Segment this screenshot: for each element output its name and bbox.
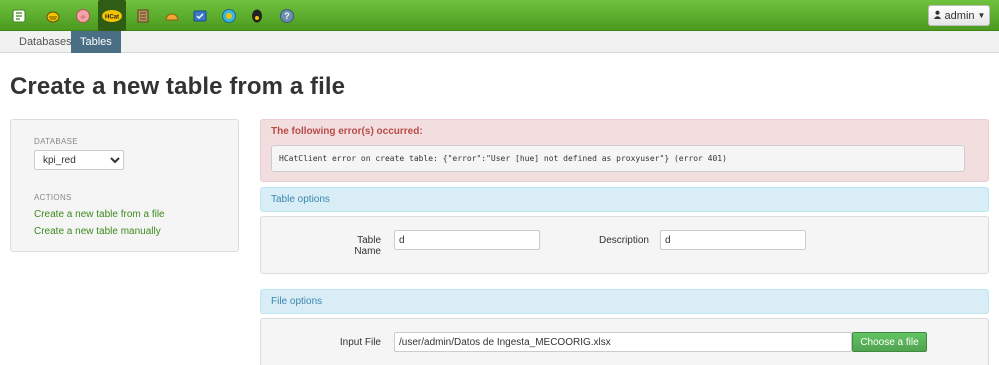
shell-icon[interactable] xyxy=(244,3,269,28)
choose-file-button[interactable]: Choose a file xyxy=(852,332,927,352)
error-title: The following error(s) occurred: xyxy=(271,126,423,137)
svg-text:?: ? xyxy=(284,11,290,21)
error-message: HCatClient error on create table: {"erro… xyxy=(271,145,965,172)
hcatalog-icon[interactable]: HCat xyxy=(98,0,126,31)
error-alert: The following error(s) occurred: HCatCli… xyxy=(260,119,989,182)
page-title: Create a new table from a file xyxy=(10,73,346,100)
actions-header: ACTIONS xyxy=(34,193,72,202)
pig-icon[interactable] xyxy=(70,3,95,28)
table-name-input[interactable] xyxy=(394,230,540,250)
user-menu-button[interactable]: admin ▼ xyxy=(928,5,990,26)
chevron-down-icon: ▼ xyxy=(977,11,986,20)
table-name-label: Table Name xyxy=(354,235,381,257)
user-name: admin xyxy=(944,9,975,22)
create-table-from-file-link[interactable]: Create a new table from a file xyxy=(34,209,165,220)
file-options-heading: File options xyxy=(260,289,989,314)
file-browser-icon[interactable] xyxy=(130,3,155,28)
beeswax-icon[interactable] xyxy=(40,3,65,28)
input-file-label: Input File xyxy=(339,337,381,348)
job-designer-icon[interactable] xyxy=(159,3,184,28)
tab-tables[interactable]: Tables xyxy=(71,31,121,53)
job-browser-icon[interactable] xyxy=(187,3,212,28)
tab-databases[interactable]: Databases xyxy=(10,31,81,53)
svg-text:HCat: HCat xyxy=(105,14,119,20)
help-icon[interactable]: ? xyxy=(274,3,299,28)
oozie-icon[interactable] xyxy=(216,3,241,28)
table-options-heading: Table options xyxy=(260,187,989,212)
database-header: DATABASE xyxy=(34,137,78,146)
create-table-manually-link[interactable]: Create a new table manually xyxy=(34,226,161,237)
hue-home-icon[interactable] xyxy=(6,3,31,28)
sub-navbar: Databases Tables xyxy=(0,31,999,53)
input-file-field[interactable] xyxy=(394,332,852,352)
description-input[interactable] xyxy=(660,230,806,250)
table-options-panel: Table Name Description xyxy=(260,216,989,274)
description-label: Description xyxy=(598,235,649,246)
user-icon xyxy=(933,10,942,22)
file-options-panel: Input File Choose a file xyxy=(260,318,989,365)
top-navbar: HCat ? admin ▼ xyxy=(0,0,999,31)
database-select[interactable]: kpi_red xyxy=(34,150,124,170)
sidebar: DATABASE kpi_red ACTIONS Create a new ta… xyxy=(10,119,239,252)
